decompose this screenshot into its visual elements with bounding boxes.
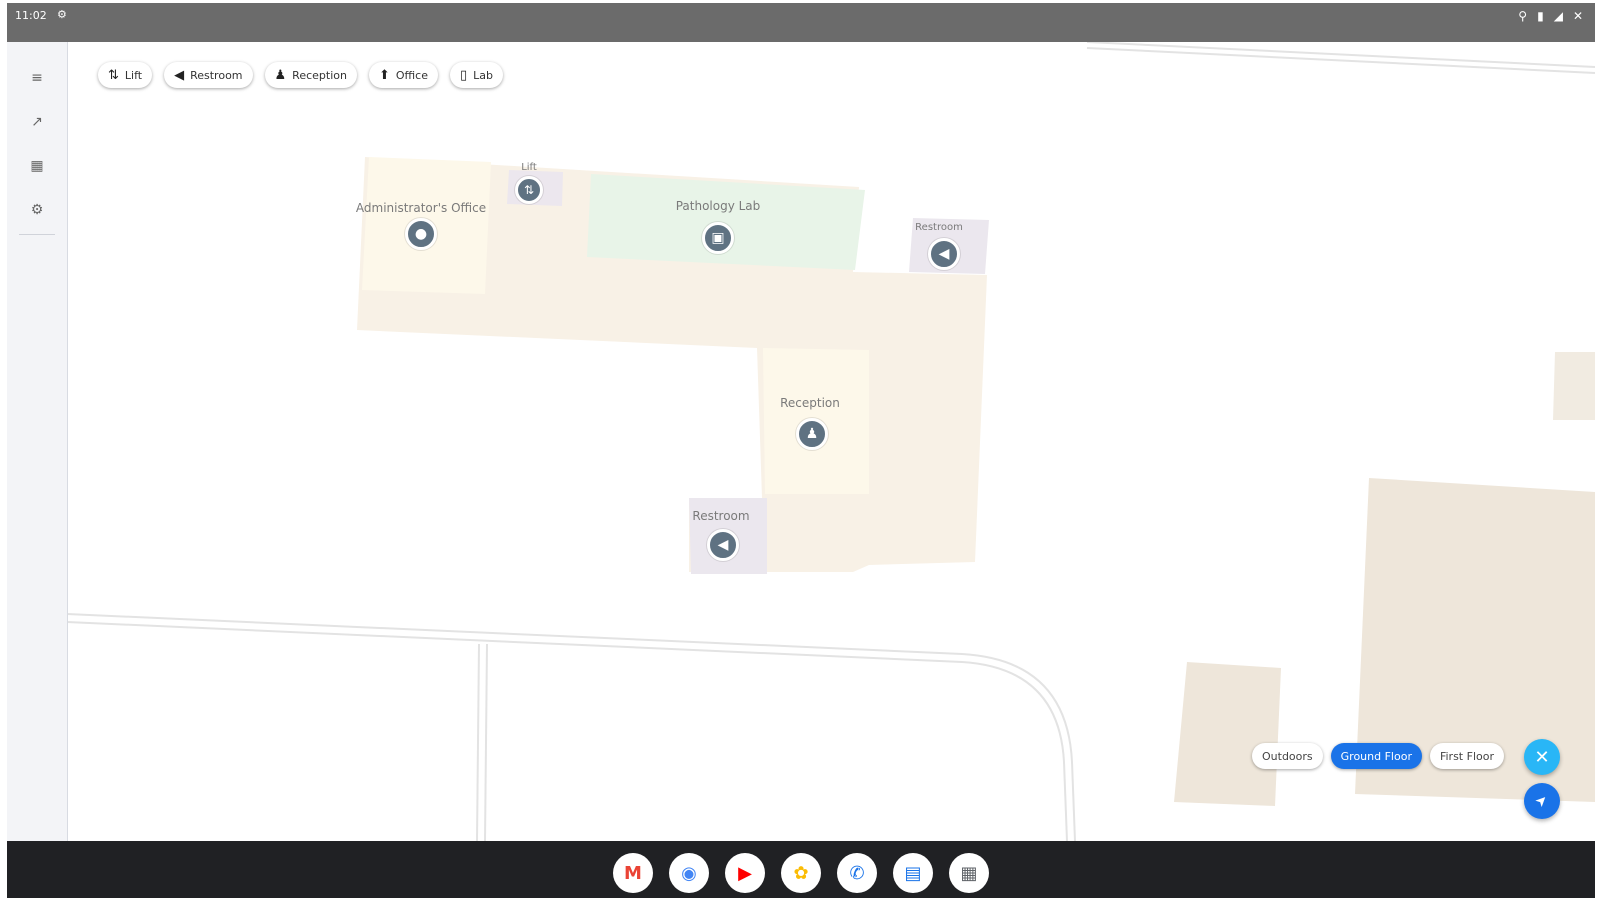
youtube-icon[interactable]: ▶ [725, 853, 765, 893]
chip-restroom[interactable]: ◀ Restroom [164, 62, 253, 88]
location-icon: ⚲ [1518, 9, 1528, 23]
android-screen: 11:02 ⚙ ⚲ ▮ ◢ ✕ Administrator's Office ●… [0, 0, 1600, 900]
settings-gear-icon: ⚙ [57, 8, 67, 21]
chip-label: Reception [292, 68, 347, 82]
chrome-icon[interactable]: ◉ [669, 853, 709, 893]
lift-icon[interactable]: ⇅ [515, 176, 543, 204]
photos-icon[interactable]: ✿ [781, 853, 821, 893]
phone-icon[interactable]: ✆ [837, 853, 877, 893]
chip-reception[interactable]: ♟ Reception [264, 62, 357, 88]
indoor-map[interactable]: Administrator's Office ● Lift ⇅ Patholog… [7, 42, 1595, 841]
wifi-off-icon: ✕ [1572, 9, 1583, 23]
office-icon[interactable]: ● [405, 218, 437, 250]
chip-label: Lab [473, 68, 493, 82]
room-label-lift: Lift [521, 162, 537, 173]
chip-label: Office [395, 68, 428, 82]
signal-icon: ◢ [1553, 9, 1563, 23]
settings-icon[interactable]: ⚙ [25, 198, 49, 222]
taskbar: M ◉ ▶ ✿ ✆ ▤ ▦ [7, 841, 1595, 898]
lab-icon[interactable]: ▣ [702, 222, 734, 254]
sidebar-divider [19, 234, 55, 235]
nav-sidebar: ≡ ↗ ▦ ⚙ [7, 42, 68, 841]
building-icon[interactable]: ▦ [25, 154, 49, 178]
reception-icon[interactable]: ♟ [796, 418, 828, 450]
reception-icon: ♟ [274, 67, 287, 83]
pathology-lab-room [587, 174, 865, 270]
gmail-icon[interactable]: M [613, 853, 653, 893]
chip-lab[interactable]: ▯ Lab [449, 62, 503, 88]
lab-icon: ▯ [459, 67, 468, 83]
navigation-arrow-icon: ➤ [1532, 791, 1552, 811]
room-label-reception: Reception [780, 396, 840, 410]
chip-label: Restroom [190, 68, 243, 82]
restroom-icon: ◀ [174, 67, 185, 83]
status-time: 11:02 [15, 9, 47, 22]
status-bar: 11:02 ⚙ ⚲ ▮ ◢ ✕ [7, 3, 1595, 42]
battery-icon: ▮ [1537, 9, 1544, 23]
room-label-admin-office: Administrator's Office [355, 201, 487, 215]
app-dock: M ◉ ▶ ✿ ✆ ▤ ▦ [613, 853, 989, 893]
restroom-icon[interactable]: ◀ [707, 529, 739, 561]
room-label-restroom-2: Restroom [692, 509, 750, 523]
floor-selector: Outdoors Ground Floor First Floor [1252, 743, 1504, 769]
directions-icon[interactable]: ↗ [25, 110, 49, 134]
close-icon: ✕ [1534, 746, 1550, 768]
menu-icon[interactable]: ≡ [25, 66, 49, 90]
floor-chip-outdoors[interactable]: Outdoors [1252, 743, 1323, 769]
restroom-icon[interactable]: ◀ [928, 238, 960, 270]
chip-label: Lift [124, 68, 143, 82]
status-icons: ⚲ ▮ ◢ ✕ [1518, 9, 1583, 23]
chip-office[interactable]: ⬆ Office [368, 62, 438, 88]
room-label-pathology-lab: Pathology Lab [675, 199, 761, 213]
app-launcher-icon[interactable]: ▦ [949, 853, 989, 893]
messages-icon[interactable]: ▤ [893, 853, 933, 893]
lift-icon: ⇅ [108, 67, 119, 83]
category-chips: ⇅ Lift ◀ Restroom ♟ Reception ⬆ Office ▯… [98, 62, 503, 88]
floor-chip-ground-floor[interactable]: Ground Floor [1330, 743, 1422, 769]
office-icon: ⬆ [378, 67, 390, 83]
room-label-restroom: Restroom [915, 222, 963, 233]
floor-chip-first-floor[interactable]: First Floor [1429, 743, 1504, 769]
close-button[interactable]: ✕ [1524, 739, 1560, 775]
chip-lift[interactable]: ⇅ Lift [98, 62, 153, 88]
navigate-button[interactable]: ➤ [1524, 783, 1560, 819]
